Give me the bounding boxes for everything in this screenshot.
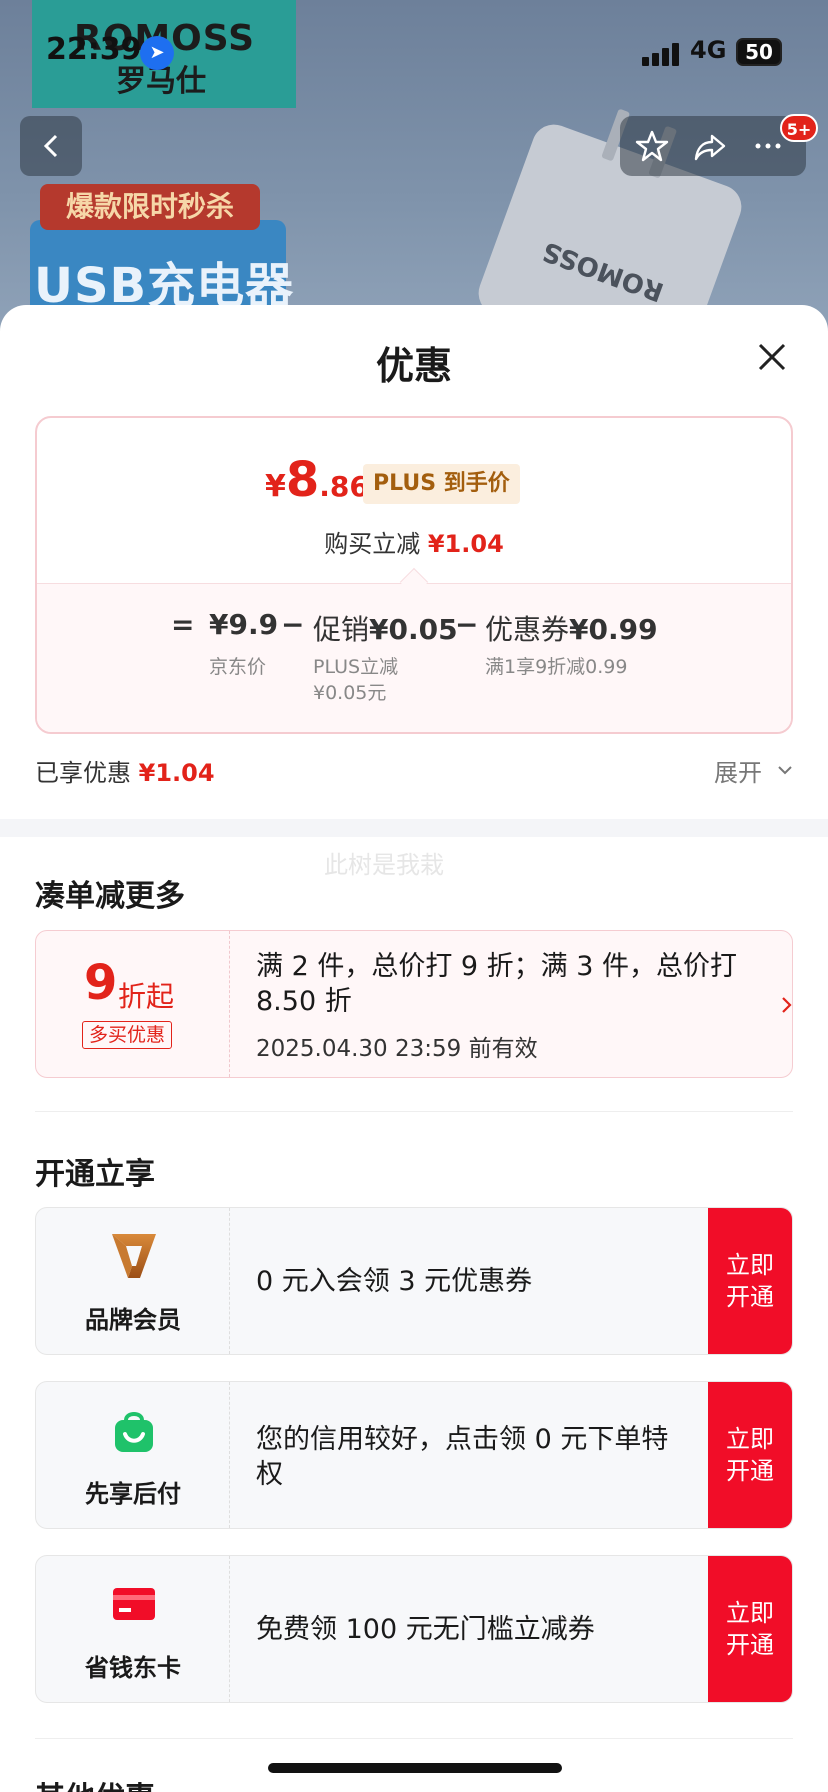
open-now-button[interactable]: 立即开通: [708, 1208, 792, 1354]
signal-icon: [642, 42, 680, 66]
status-bar: 22:39 ➤ 4G 50: [0, 28, 828, 78]
service-description: 0 元入会领 3 元优惠券: [256, 1266, 533, 1297]
brand-v-icon: [112, 1234, 156, 1278]
card-icon: [113, 1588, 155, 1620]
promo-amount: 促销¥0.05: [313, 613, 458, 646]
clock: 22:39: [46, 32, 142, 67]
network-type: 4G: [690, 36, 727, 64]
section-title-combo: 凑单减更多: [35, 879, 185, 914]
back-button[interactable]: [20, 116, 82, 176]
service-card-savings-card[interactable]: 省钱东卡 免费领 100 元无门槛立减券 立即开通: [35, 1555, 793, 1703]
combo-description: 满 2 件，总价打 9 折；满 3 件，总价打 8.50 折: [256, 951, 738, 1017]
promo-tag: 爆款限时秒杀: [40, 184, 260, 230]
service-description: 免费领 100 元无门槛立减券: [256, 1614, 595, 1645]
open-now-button[interactable]: 立即开通: [708, 1382, 792, 1528]
service-name: 先享后付: [85, 1480, 181, 1508]
chevron-down-icon[interactable]: [776, 761, 794, 779]
final-price: ¥8.86: [265, 452, 369, 508]
divider: [35, 1738, 793, 1739]
section-title-open: 开通立享: [35, 1157, 155, 1192]
service-name: 品牌会员: [85, 1306, 181, 1334]
chevron-left-icon: [43, 134, 58, 158]
nav-actions: [620, 116, 806, 176]
combo-tag: 多买优惠: [82, 1021, 173, 1049]
section-title-other: 其他优惠: [35, 1773, 155, 1792]
formula-equals: =: [171, 608, 195, 641]
combo-expiry: 2025.04.30 23:59 前有效: [256, 1036, 538, 1062]
open-now-button[interactable]: 立即开通: [708, 1556, 792, 1702]
service-card-brand-member[interactable]: 品牌会员 0 元入会领 3 元优惠券 立即开通: [35, 1207, 793, 1355]
close-icon[interactable]: [752, 337, 792, 377]
home-indicator[interactable]: [268, 1763, 562, 1773]
watermark: 此树是我栽: [324, 851, 444, 879]
coupon-amount: 优惠券¥0.99: [485, 613, 658, 646]
sheet-title: 优惠: [375, 344, 452, 388]
minus-sign: −: [455, 608, 479, 641]
purchase-reduction: 购买立减 ¥1.04: [324, 530, 504, 558]
battery-icon: 50: [736, 38, 782, 66]
price-breakdown-card: ¥8.86 PLUS 到手价 购买立减 ¥1.04 = ¥9.9 − 促销¥0.…: [35, 416, 793, 734]
service-card-pay-later[interactable]: 先享后付 您的信用较好，点击领 0 元下单特权 立即开通: [35, 1381, 793, 1529]
promo-note: PLUS立减 ¥0.05元: [313, 656, 399, 704]
section-gap: [0, 819, 828, 837]
combo-discount-value: 9: [84, 955, 118, 1011]
divider: [35, 1111, 793, 1112]
jd-price-note: 京东价: [209, 656, 267, 678]
discount-sheet: 优惠 ¥8.86 PLUS 到手价 购买立减 ¥1.04 = ¥9.9 − 促销…: [0, 305, 828, 1792]
chevron-right-icon[interactable]: [780, 993, 793, 1017]
coupon-note: 满1享9折减0.99: [485, 656, 628, 678]
location-arrow-icon: ➤: [140, 36, 174, 70]
share-icon[interactable]: [692, 128, 728, 164]
combo-discount-unit: 折起: [118, 980, 175, 1013]
plus-price-tag: PLUS 到手价: [363, 464, 520, 504]
service-name: 省钱东卡: [85, 1654, 181, 1682]
enjoyed-discount: 已享优惠 ¥1.04: [35, 759, 215, 787]
service-description: 您的信用较好，点击领 0 元下单特权: [256, 1424, 669, 1490]
shopping-bag-icon: [115, 1412, 153, 1452]
expand-button[interactable]: 展开: [714, 753, 762, 788]
star-icon[interactable]: [634, 128, 670, 164]
message-badge: 5+: [780, 114, 818, 142]
jd-price: ¥9.9: [209, 608, 279, 641]
minus-sign: −: [281, 608, 305, 641]
combo-discount-card[interactable]: 9 折起 多买优惠 满 2 件，总价打 9 折；满 3 件，总价打 8.50 折…: [35, 930, 793, 1078]
